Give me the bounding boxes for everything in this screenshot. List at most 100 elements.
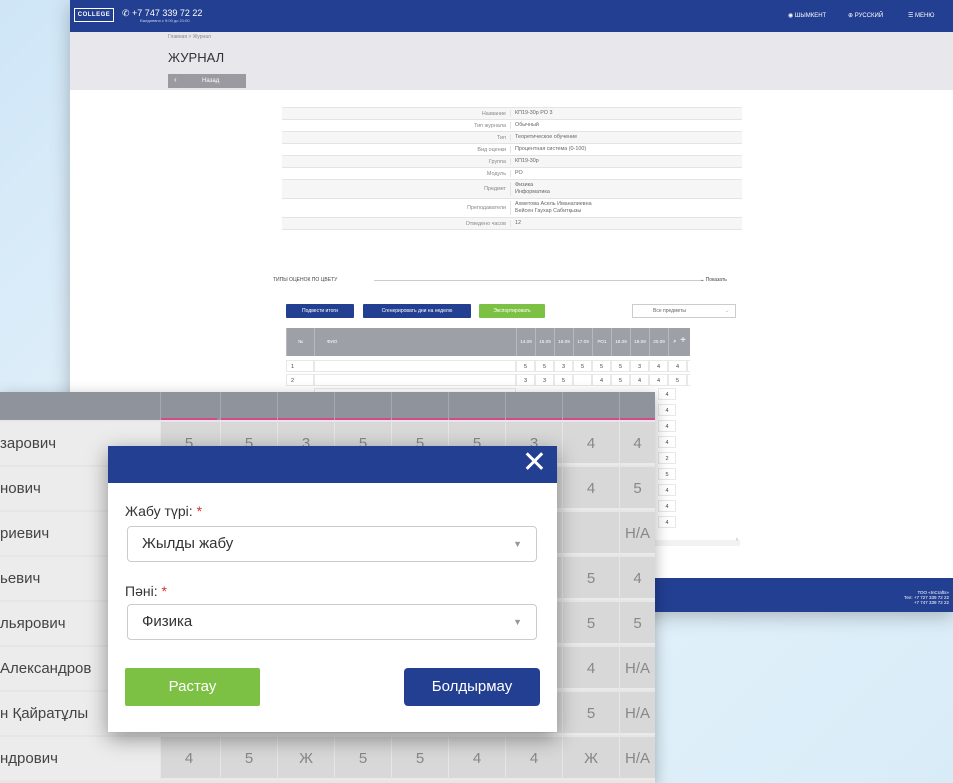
grade-cell[interactable]: Н/А (619, 692, 655, 735)
summarize-button[interactable]: Подвести итоги (286, 304, 354, 318)
export-button[interactable]: Экспортировать (479, 304, 545, 318)
grade-cell[interactable]: 4 (658, 404, 676, 416)
grade-cell[interactable]: 3 (554, 360, 573, 372)
table-header-cell[interactable]: 14.09 (516, 328, 535, 356)
grade-cell[interactable]: 5 (619, 602, 655, 645)
grade-cell[interactable]: 4 (619, 557, 655, 600)
grade-cell[interactable]: 4 (160, 737, 217, 780)
show-toggle[interactable]: ⌄ Показать (700, 277, 727, 283)
grade-cell[interactable]: 3 (535, 374, 554, 386)
grade-cell[interactable]: 3 (630, 360, 649, 372)
grade-cell[interactable] (573, 374, 592, 386)
grade-cell[interactable]: 5 (658, 468, 676, 480)
grade-cell[interactable]: 4 (630, 374, 649, 386)
table-header-cell[interactable]: 19.09 (630, 328, 649, 356)
grade-cell[interactable]: 4 (649, 360, 668, 372)
footer-phone-2: +7 747 339 72 22 (913, 600, 949, 605)
menu-button[interactable]: ☰ МЕНЮ (908, 12, 934, 19)
grade-cell[interactable]: 4 (448, 737, 505, 780)
city-label: ШЫМКЕНТ (794, 13, 827, 19)
add-column-button[interactable]: + (676, 328, 690, 356)
grade-cell[interactable]: 4 (562, 467, 619, 510)
grade-cell[interactable]: 3 (516, 374, 535, 386)
table-header-cell[interactable]: 16.09 (554, 328, 573, 356)
grade-cell[interactable]: 5 (220, 737, 277, 780)
grade-cell[interactable]: 5 (573, 360, 592, 372)
grade-cell[interactable]: 5 (334, 737, 391, 780)
student-name[interactable]: ндрович (0, 737, 160, 780)
info-value: РО (510, 170, 742, 177)
grade-cell[interactable]: 5 (562, 602, 619, 645)
student-name-cell[interactable] (314, 374, 516, 386)
grade-cell[interactable]: 5 (592, 360, 611, 372)
cancel-button[interactable]: Болдырмау (404, 668, 540, 706)
column-accent (392, 418, 448, 420)
table-header-cell[interactable]: № (286, 328, 314, 356)
grade-cell[interactable]: 4 (649, 374, 668, 386)
info-row: Преподаватели Ахметова Асель Иманалиевна … (282, 199, 742, 218)
student-name-cell[interactable] (314, 360, 516, 372)
menu-icon: ☰ (908, 13, 916, 19)
grade-cell[interactable]: 5 (668, 374, 687, 386)
info-row: Тип Теоретическое обучение (282, 132, 742, 144)
info-value: Теоретическое обучение (510, 134, 742, 141)
subject-select[interactable]: Физика ▼ (127, 604, 537, 640)
breadcrumb[interactable]: Главная > Журнал (168, 34, 211, 40)
grade-cell[interactable]: 4 (668, 360, 687, 372)
grade-cell[interactable]: 4 (658, 436, 676, 448)
table-header-cell[interactable]: 17.09 (573, 328, 592, 356)
close-icon[interactable]: ✕ (522, 448, 547, 478)
grade-cell[interactable]: 4 (658, 516, 676, 528)
grade-cell[interactable]: 5 (611, 360, 630, 372)
back-button[interactable]: ‹ Назад (168, 74, 246, 88)
generate-days-button[interactable]: Сгенерировать дни на неделю (363, 304, 471, 318)
grade-cell[interactable]: 4 (658, 420, 676, 432)
grade-cell[interactable]: 4 (505, 737, 562, 780)
grade-cell[interactable]: 4 (658, 484, 676, 496)
grade-cell[interactable]: 4 (658, 500, 676, 512)
table-header-cell[interactable]: РО1 (592, 328, 611, 356)
back-label: Назад (202, 78, 220, 84)
grade-cell[interactable]: 5 (562, 557, 619, 600)
table-header-cell[interactable]: 20.09 (649, 328, 668, 356)
grade-cell[interactable]: 5 (619, 467, 655, 510)
table-header-cell[interactable]: ФИО (314, 328, 516, 356)
chevron-down-icon: ▼ (513, 539, 522, 549)
footer-contacts: ТОО «InCrafts» Тел: +7 727 339 72 22 +7 … (904, 590, 949, 605)
table-header-cell[interactable]: 18.09 (611, 328, 630, 356)
grade-cell[interactable]: 5 (611, 374, 630, 386)
grade-cell[interactable]: 5 (516, 360, 535, 372)
college-logo[interactable]: COLLEGE (74, 8, 114, 22)
grade-cell[interactable]: Ж (562, 737, 619, 780)
grade-cell[interactable]: Н/А (619, 512, 655, 555)
subject-label: Пәні: * (125, 583, 167, 599)
grade-cell[interactable]: 5 (391, 737, 448, 780)
closing-type-select[interactable]: Жылды жабу ▼ (127, 526, 537, 562)
chevron-right-icon[interactable]: › (736, 537, 738, 543)
grade-cell[interactable]: 4 (592, 374, 611, 386)
grade-cell[interactable]: Н/А (619, 647, 655, 690)
phone-text: +7 747 339 72 22 (132, 8, 203, 18)
grade-cell[interactable]: 5 (535, 360, 554, 372)
journal-info-table: Название КП19-30р РО 3 Тип журнала Обычный Т… (282, 107, 742, 230)
grade-cell[interactable]: 4 (687, 374, 690, 386)
grade-cell[interactable] (562, 512, 619, 555)
grade-cell[interactable]: 4 (562, 422, 619, 465)
info-value: 12 (510, 220, 742, 227)
city-selector[interactable]: ◉ ШЫМКЕНТ (788, 12, 826, 19)
subject-filter-select[interactable]: Все предметы ⌄ (632, 304, 736, 318)
grade-cell[interactable]: Н/А (619, 737, 655, 780)
info-value: Физика Информатика (510, 182, 742, 196)
confirm-button[interactable]: Растау (125, 668, 260, 706)
grade-cell[interactable]: 5 (554, 374, 573, 386)
grade-cell[interactable]: 4 (658, 388, 676, 400)
language-selector[interactable]: ⊕ РУССКИЙ (848, 12, 883, 19)
table-header-cell[interactable]: 15.09 (535, 328, 554, 356)
grade-cell[interactable]: 4 (687, 360, 690, 372)
info-key: Группа (488, 158, 506, 165)
grade-cell[interactable]: 4 (562, 647, 619, 690)
grade-cell[interactable]: 2 (658, 452, 676, 464)
grade-cell[interactable]: 5 (562, 692, 619, 735)
grade-cell[interactable]: Ж (277, 737, 334, 780)
grade-cell[interactable]: 4 (619, 422, 655, 465)
